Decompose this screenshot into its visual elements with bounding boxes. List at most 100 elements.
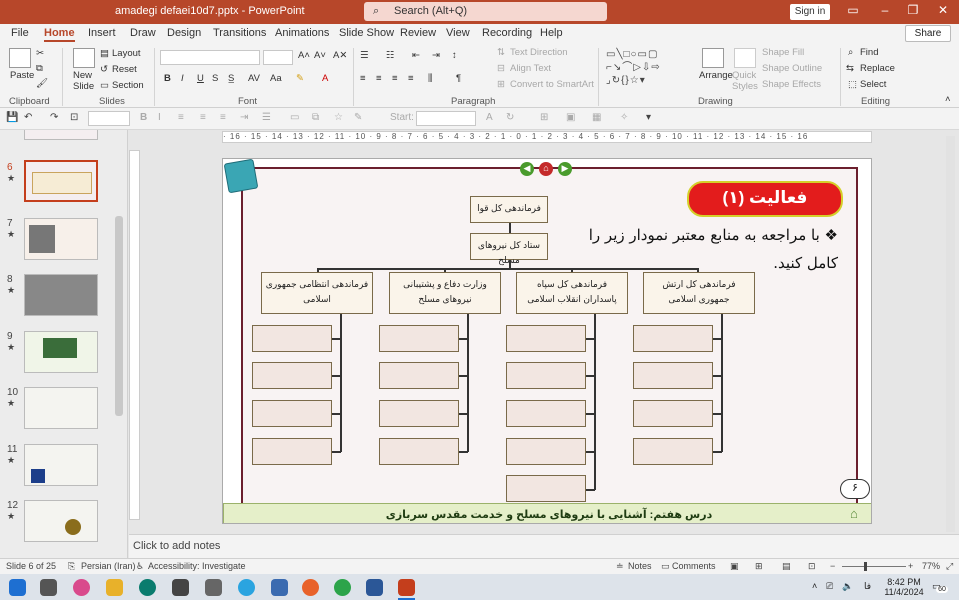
qat-font-color-icon[interactable]: A [486,112,493,123]
zoom-out-icon[interactable]: − [830,561,835,571]
tab-view[interactable]: View [446,27,470,39]
layout-button[interactable]: Layout [112,48,141,59]
word-icon[interactable] [366,579,383,596]
thumbnail-8[interactable] [24,274,98,316]
thumbnail-6[interactable] [24,160,98,202]
qat-indent-icon[interactable]: ⇥ [240,112,248,123]
numbering-icon[interactable]: ☷ [386,50,395,61]
customize-qat-icon[interactable]: ▾ [646,112,651,123]
tab-review[interactable]: Review [400,27,436,39]
nav-next-icon[interactable]: ▶ [558,162,572,176]
start-dropdown[interactable] [416,111,476,126]
notes-pane[interactable]: Click to add notes [129,534,959,558]
qat-transition-icon[interactable]: ↻ [506,112,514,123]
powerpoint-icon[interactable] [398,579,415,596]
decrease-font-icon[interactable]: A˅ [314,50,326,61]
editor-scrollbar[interactable] [946,136,955,532]
bold-button[interactable]: B [164,73,171,84]
align-text-button[interactable]: Align Text [510,63,551,74]
clear-format-icon[interactable]: A✕ [333,50,347,61]
qat-align-center-icon[interactable]: ≡ [200,112,206,123]
share-button[interactable]: Share [905,25,951,42]
tab-insert[interactable]: Insert [88,27,116,39]
spacing-icon[interactable]: AV [248,73,260,84]
shape-outline-button[interactable]: Shape Outline [762,63,822,74]
spellcheck-icon[interactable]: ⎘ [68,561,75,572]
font-color-icon[interactable]: A [322,73,328,84]
network-icon[interactable]: ⎚ [826,581,833,592]
qat-list-icon[interactable]: ☰ [262,112,271,123]
qat-effects-icon[interactable]: ✧ [620,112,628,123]
close-icon[interactable]: ✕ [933,3,953,17]
align-right-icon[interactable]: ≡ [392,73,398,84]
search-box[interactable]: ⌕ Search (Alt+Q) [364,2,607,21]
nav-home-icon[interactable]: ⌂ [539,162,553,176]
notes-toggle[interactable]: Notes [628,561,652,571]
collapse-ribbon-icon[interactable]: ˄ [945,94,951,105]
replace-button[interactable]: Replace [860,63,895,74]
convert-smartart-button[interactable]: Convert to SmartArt [510,79,594,90]
line-spacing-icon[interactable]: ↕ [452,50,457,61]
qat-align-icon[interactable]: ≡ [178,112,184,123]
chrome-icon[interactable] [334,579,351,596]
reset-button[interactable]: Reset [112,64,137,75]
qat-italic-icon[interactable]: I [158,112,161,123]
qat-arrange-icon[interactable]: ⧉ [312,112,319,123]
format-painter-icon[interactable]: 🖌 [36,78,48,89]
font-name-dropdown[interactable] [160,50,260,65]
qat-align-right-icon[interactable]: ≡ [220,112,226,123]
thumbnail-5[interactable] [24,130,98,140]
copy-icon[interactable]: ⧉ [36,63,43,74]
qat-picture-icon[interactable]: ▣ [566,112,575,123]
language-indicator[interactable]: فا [864,581,871,592]
redo-icon[interactable]: ↷ [50,112,58,123]
media-icon[interactable] [172,579,189,596]
tab-file[interactable]: File [11,27,29,39]
tab-design[interactable]: Design [167,27,201,39]
firefox-icon[interactable] [302,579,319,596]
shape-effects-button[interactable]: Shape Effects [762,79,821,90]
qat-font-size-field[interactable] [88,111,130,126]
nav-prev-icon[interactable]: ◀ [520,162,534,176]
sorter-view-icon[interactable]: ⊞ [755,561,763,572]
accessibility-status[interactable]: Accessibility: Investigate [148,561,246,571]
increase-indent-icon[interactable]: ⇥ [432,50,440,61]
decrease-indent-icon[interactable]: ⇤ [412,50,420,61]
minimize-icon[interactable]: – [875,3,895,17]
increase-font-icon[interactable]: A˄ [298,50,310,61]
italic-button[interactable]: I [181,73,184,84]
tab-draw[interactable]: Draw [130,27,156,39]
reading-view-icon[interactable]: ▤ [782,561,791,572]
select-button[interactable]: Select [860,79,886,90]
normal-view-icon[interactable]: ▣ [730,561,739,572]
section-button[interactable]: Section [112,80,144,91]
align-center-icon[interactable]: ≡ [376,73,382,84]
font-size-dropdown[interactable] [263,50,293,65]
new-slide-icon[interactable] [73,48,95,68]
sign-in-button[interactable]: Sign in [790,4,830,20]
clock-time[interactable]: 8:42 PM [884,577,924,587]
zoom-in-icon[interactable]: + [908,561,913,571]
text-direction-button[interactable]: Text Direction [510,47,568,58]
quick-styles-icon[interactable] [734,48,756,68]
zoom-slider[interactable] [842,566,906,567]
thumbnail-12[interactable] [24,500,98,542]
rtl-icon[interactable]: ¶ [456,73,461,84]
undo-icon[interactable]: ↶ [24,112,32,123]
qat-video-icon[interactable]: ▦ [592,112,601,123]
restore-icon[interactable]: ❐ [903,3,923,17]
start-icon[interactable] [9,579,26,596]
save-icon[interactable]: 💾 [6,112,18,123]
tab-slide-show[interactable]: Slide Show [339,27,394,39]
ribbon-display-icon[interactable]: ▭ [843,3,863,17]
align-left-icon[interactable]: ≡ [360,73,366,84]
clock-date[interactable]: 11/4/2024 [880,587,928,597]
underline-button[interactable]: U [197,73,204,84]
qat-table-icon[interactable]: ⊞ [540,112,548,123]
file-explorer-icon[interactable] [106,579,123,596]
tab-transitions[interactable]: Transitions [213,27,266,39]
paste-icon[interactable] [9,48,31,68]
volume-icon[interactable]: 🔈 [842,581,853,592]
columns-icon[interactable]: ⫼ [428,73,432,84]
zoom-slider-thumb[interactable] [864,562,867,571]
